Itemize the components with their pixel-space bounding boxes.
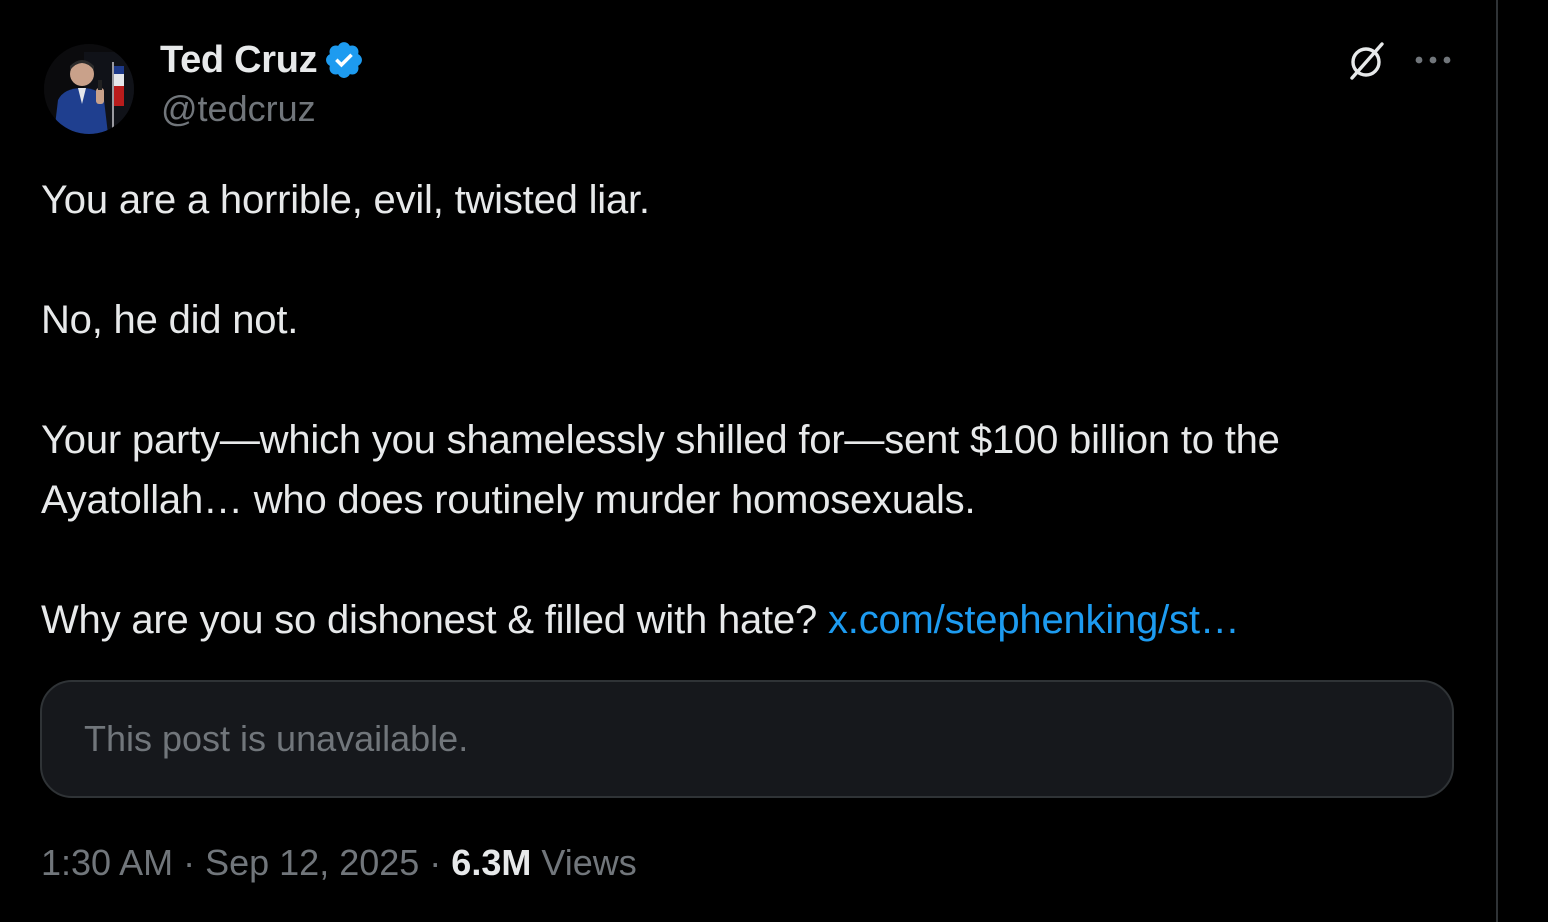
views-label: Views <box>541 842 637 883</box>
post-paragraph: You are a horrible, evil, twisted liar. <box>41 178 650 222</box>
meta-separator: · <box>419 842 452 883</box>
verified-badge-icon[interactable] <box>323 39 365 81</box>
post-text: You are a horrible, evil, twisted liar. … <box>41 170 1461 650</box>
avatar[interactable] <box>44 44 134 134</box>
author-handle[interactable]: @tedcruz <box>161 88 316 130</box>
unavailable-message: This post is unavailable. <box>84 718 469 759</box>
grok-icon[interactable] <box>1344 38 1388 82</box>
post-date[interactable]: Sep 12, 2025 <box>205 842 419 883</box>
meta-separator: · <box>173 842 206 883</box>
avatar-image <box>44 44 134 134</box>
post-time[interactable]: 1:30 AM <box>41 842 173 883</box>
author-name-row[interactable]: Ted Cruz <box>160 38 365 82</box>
post-meta: 1:30 AM · Sep 12, 2025 · 6.3M Views <box>41 842 637 884</box>
post-paragraph: Why are you so dishonest & filled with h… <box>41 598 818 642</box>
post-paragraph: No, he did not. <box>41 298 299 342</box>
views-count[interactable]: 6.3M <box>451 842 531 883</box>
post-paragraph-with-link: Why are you so dishonest & filled with h… <box>41 590 1461 650</box>
post-paragraph: Your party—which you shamelessly shilled… <box>41 418 1280 522</box>
quoted-post-card: This post is unavailable. <box>40 680 1454 798</box>
display-name[interactable]: Ted Cruz <box>160 39 318 82</box>
more-options-icon[interactable] <box>1410 38 1456 82</box>
column-divider <box>1496 0 1498 922</box>
quoted-post-link[interactable]: x.com/stephenking/st… <box>828 598 1240 642</box>
